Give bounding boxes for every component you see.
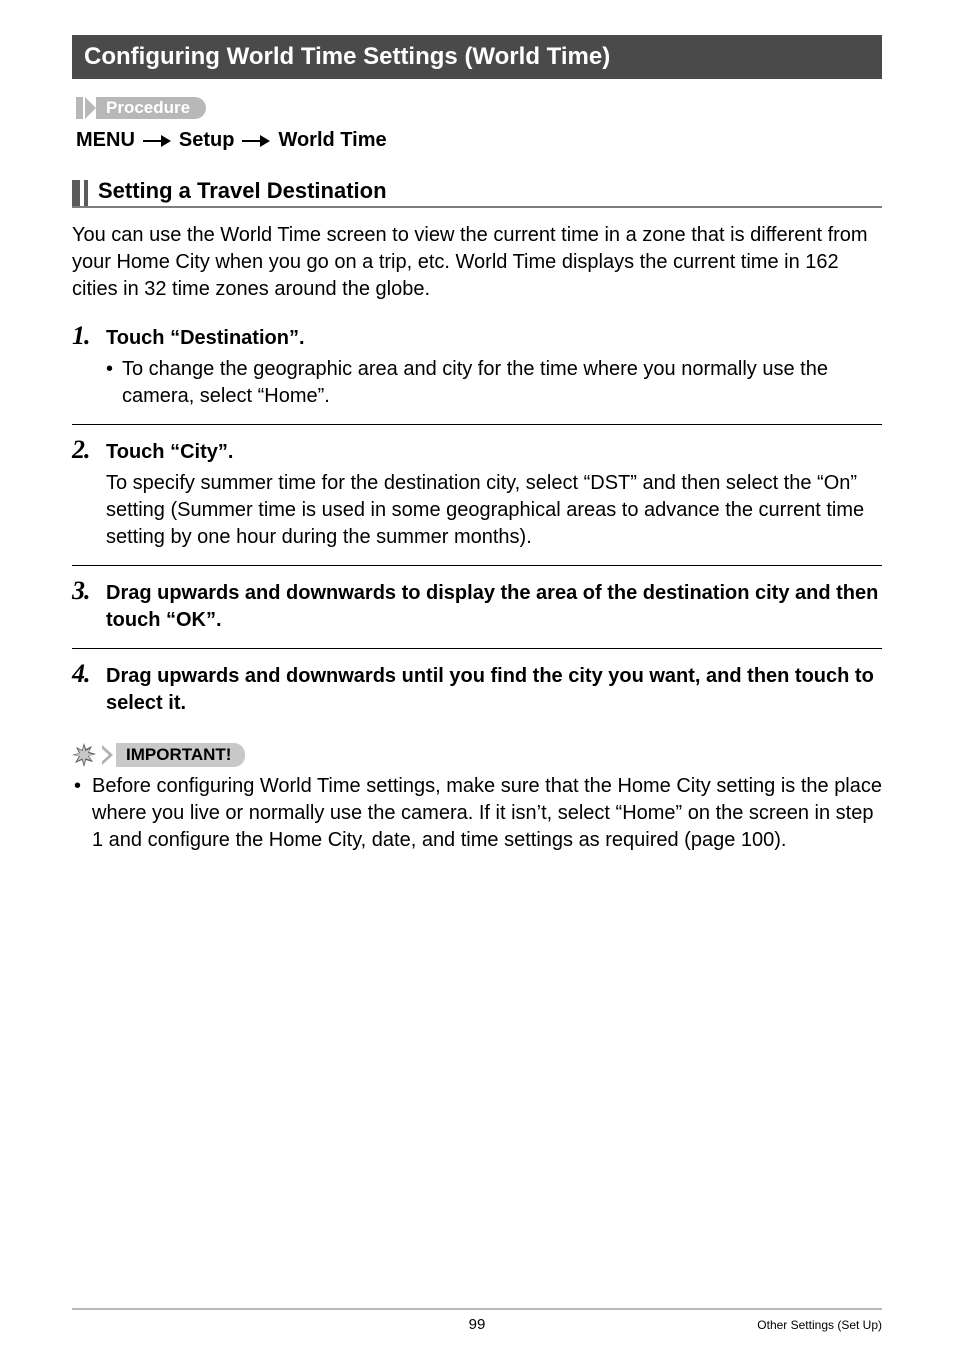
important-pill: IMPORTANT! bbox=[116, 743, 245, 767]
step-1: 1. Touch “Destination”. To change the ge… bbox=[72, 321, 882, 410]
step-number: 2. bbox=[72, 435, 96, 465]
header-bar-decoration bbox=[72, 180, 80, 206]
step-2: 2. Touch “City”. To specify summer time … bbox=[72, 424, 882, 551]
step-4: 4. Drag upwards and downwards until you … bbox=[72, 648, 882, 717]
important-note: Before configuring World Time settings, … bbox=[74, 773, 882, 854]
arrow-right-icon bbox=[242, 136, 270, 146]
menu-path: MENU Setup World Time bbox=[76, 129, 882, 152]
sub-section-title: Setting a Travel Destination bbox=[98, 178, 387, 206]
step-number: 1. bbox=[72, 321, 96, 351]
step-3: 3. Drag upwards and downwards to display… bbox=[72, 565, 882, 634]
step-number: 3. bbox=[72, 576, 96, 606]
header-bar-decoration bbox=[84, 180, 88, 206]
step-number: 4. bbox=[72, 659, 96, 689]
menu-path-part-3: World Time bbox=[278, 129, 386, 152]
procedure-label-row: Procedure bbox=[76, 97, 882, 119]
arrow-right-icon bbox=[143, 136, 171, 146]
chevron-right-icon bbox=[85, 97, 96, 119]
important-label-row: IMPORTANT! bbox=[72, 743, 882, 767]
page-number: 99 bbox=[342, 1316, 612, 1333]
step-title: Drag upwards and downwards to display th… bbox=[106, 580, 882, 634]
step-title: Touch “City”. bbox=[106, 439, 233, 466]
menu-path-part-2: Setup bbox=[179, 129, 235, 152]
menu-path-part-1: MENU bbox=[76, 129, 135, 152]
intro-paragraph: You can use the World Time screen to vie… bbox=[72, 222, 882, 303]
sub-section-header: Setting a Travel Destination bbox=[72, 178, 882, 208]
step-body: To specify summer time for the destinati… bbox=[106, 470, 882, 551]
footer-section-label: Other Settings (Set Up) bbox=[612, 1318, 882, 1332]
step-title: Touch “Destination”. bbox=[106, 325, 305, 352]
procedure-bar-decoration bbox=[76, 97, 83, 119]
page-footer: 99 Other Settings (Set Up) bbox=[72, 1308, 882, 1333]
step-bullet: To change the geographic area and city f… bbox=[106, 356, 882, 410]
step-title: Drag upwards and downwards until you fin… bbox=[106, 663, 882, 717]
procedure-pill: Procedure bbox=[96, 97, 206, 119]
chevron-right-icon bbox=[102, 745, 116, 765]
section-header: Configuring World Time Settings (World T… bbox=[72, 35, 882, 79]
starburst-icon bbox=[72, 743, 96, 767]
